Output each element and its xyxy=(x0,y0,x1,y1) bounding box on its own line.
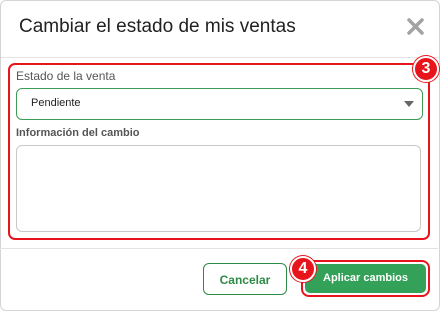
dialog-header: Cambiar el estado de mis ventas xyxy=(1,1,439,58)
dialog-title: Cambiar el estado de mis ventas xyxy=(19,16,296,37)
cancel-button[interactable]: Cancelar xyxy=(203,263,287,295)
step-badge-3: 3 xyxy=(413,56,439,82)
chevron-down-icon xyxy=(404,101,414,107)
apply-changes-button[interactable]: Aplicar cambios xyxy=(305,264,426,293)
info-label: Información del cambio xyxy=(16,127,140,139)
step-badge-4: 4 xyxy=(290,256,316,282)
status-label: Estado de la venta xyxy=(16,69,116,83)
info-textarea[interactable] xyxy=(16,145,421,232)
status-select-value: Pendiente xyxy=(31,97,81,109)
footer-divider xyxy=(0,248,438,249)
close-icon[interactable] xyxy=(401,13,429,41)
status-select[interactable]: Pendiente xyxy=(16,88,423,120)
